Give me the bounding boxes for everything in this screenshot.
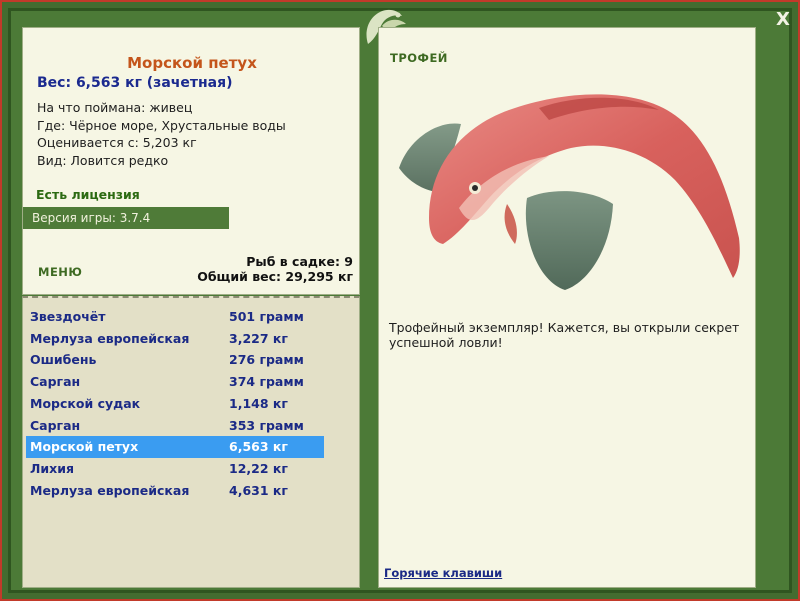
catch-weight: 374 грамм <box>229 374 304 390</box>
list-item[interactable]: Сарган 374 грамм <box>26 371 324 393</box>
catch-name: Мерлуза европейская <box>30 482 190 498</box>
fish-weight: Вес: 6,563 кг (зачетная) <box>37 75 233 91</box>
catch-name: Морской петух <box>30 439 139 455</box>
list-item[interactable]: Сарган 353 грамм <box>26 415 324 437</box>
list-item[interactable]: Мерлуза европейская 3,227 кг <box>26 328 324 350</box>
catch-name: Сарган <box>30 374 81 390</box>
catch-name: Лихия <box>30 460 74 476</box>
catch-weight: 4,631 кг <box>229 482 288 498</box>
catch-weight: 1,148 кг <box>229 395 288 411</box>
list-item[interactable]: Звездочёт 501 грамм <box>26 306 324 328</box>
trophy-message: Трофейный экземпляр! Кажется, вы открыли… <box>389 320 740 350</box>
catch-weight: 501 грамм <box>229 309 304 324</box>
catch-weight: 276 грамм <box>229 352 304 368</box>
kind-line: Вид: Ловится редко <box>37 152 169 168</box>
list-item[interactable]: Мерлуза европейская 4,631 кг <box>26 480 324 502</box>
valued-line: Оценивается с: 5,203 кг <box>37 135 197 150</box>
license-label: Есть лицензия <box>36 187 140 202</box>
trophy-panel: ТРОФЕЙ Трофейный экземпляр! Кажется, вы … <box>378 27 756 588</box>
close-button[interactable]: X <box>772 9 794 31</box>
list-item[interactable]: Морской судак 1,148 кг <box>26 393 324 415</box>
fish-count: Рыб в садке: 9 <box>246 254 353 269</box>
fish-info-panel: Морской петух Вес: 6,563 кг (зачетная) Н… <box>22 27 360 295</box>
catch-weight: 6,563 кг <box>229 439 288 455</box>
catch-list: Звездочёт 501 грамм Мерлуза европейская … <box>22 296 360 588</box>
location-line: Где: Чёрное море, Хрустальные воды <box>37 117 286 133</box>
list-item[interactable]: Ошибень 276 грамм <box>26 349 324 371</box>
catch-name: Морской судак <box>30 395 141 411</box>
list-item-selected[interactable]: Морской петух 6,563 кг <box>26 436 324 458</box>
keepnet-stats: Рыб в садке: 9 Общий вес: 29,295 кг <box>197 254 353 284</box>
fish-image <box>399 94 740 290</box>
catch-name: Звездочёт <box>30 309 106 324</box>
hotkeys-link[interactable]: Горячие клавиши <box>384 566 502 580</box>
catch-name: Ошибень <box>30 352 97 368</box>
catch-name: Сарган <box>30 417 81 433</box>
menu-button[interactable]: МЕНЮ <box>38 265 82 279</box>
total-weight: Общий вес: 29,295 кг <box>197 269 353 284</box>
catch-weight: 3,227 кг <box>229 330 288 346</box>
game-window: X Морской петух Вес: 6,563 кг (зачетная)… <box>0 0 800 601</box>
list-item[interactable]: Лихия 12,22 кг <box>26 458 324 480</box>
catch-name: Мерлуза европейская <box>30 330 190 346</box>
bait-line: На что поймана: живец <box>37 100 193 115</box>
fish-details: На что поймана: живец Где: Чёрное море, … <box>37 99 286 169</box>
catch-weight: 12,22 кг <box>229 460 288 476</box>
version-bar: Версия игры: 3.7.4 <box>23 207 229 229</box>
catch-weight: 353 грамм <box>229 417 304 433</box>
fish-title: Морской петух <box>127 54 257 72</box>
